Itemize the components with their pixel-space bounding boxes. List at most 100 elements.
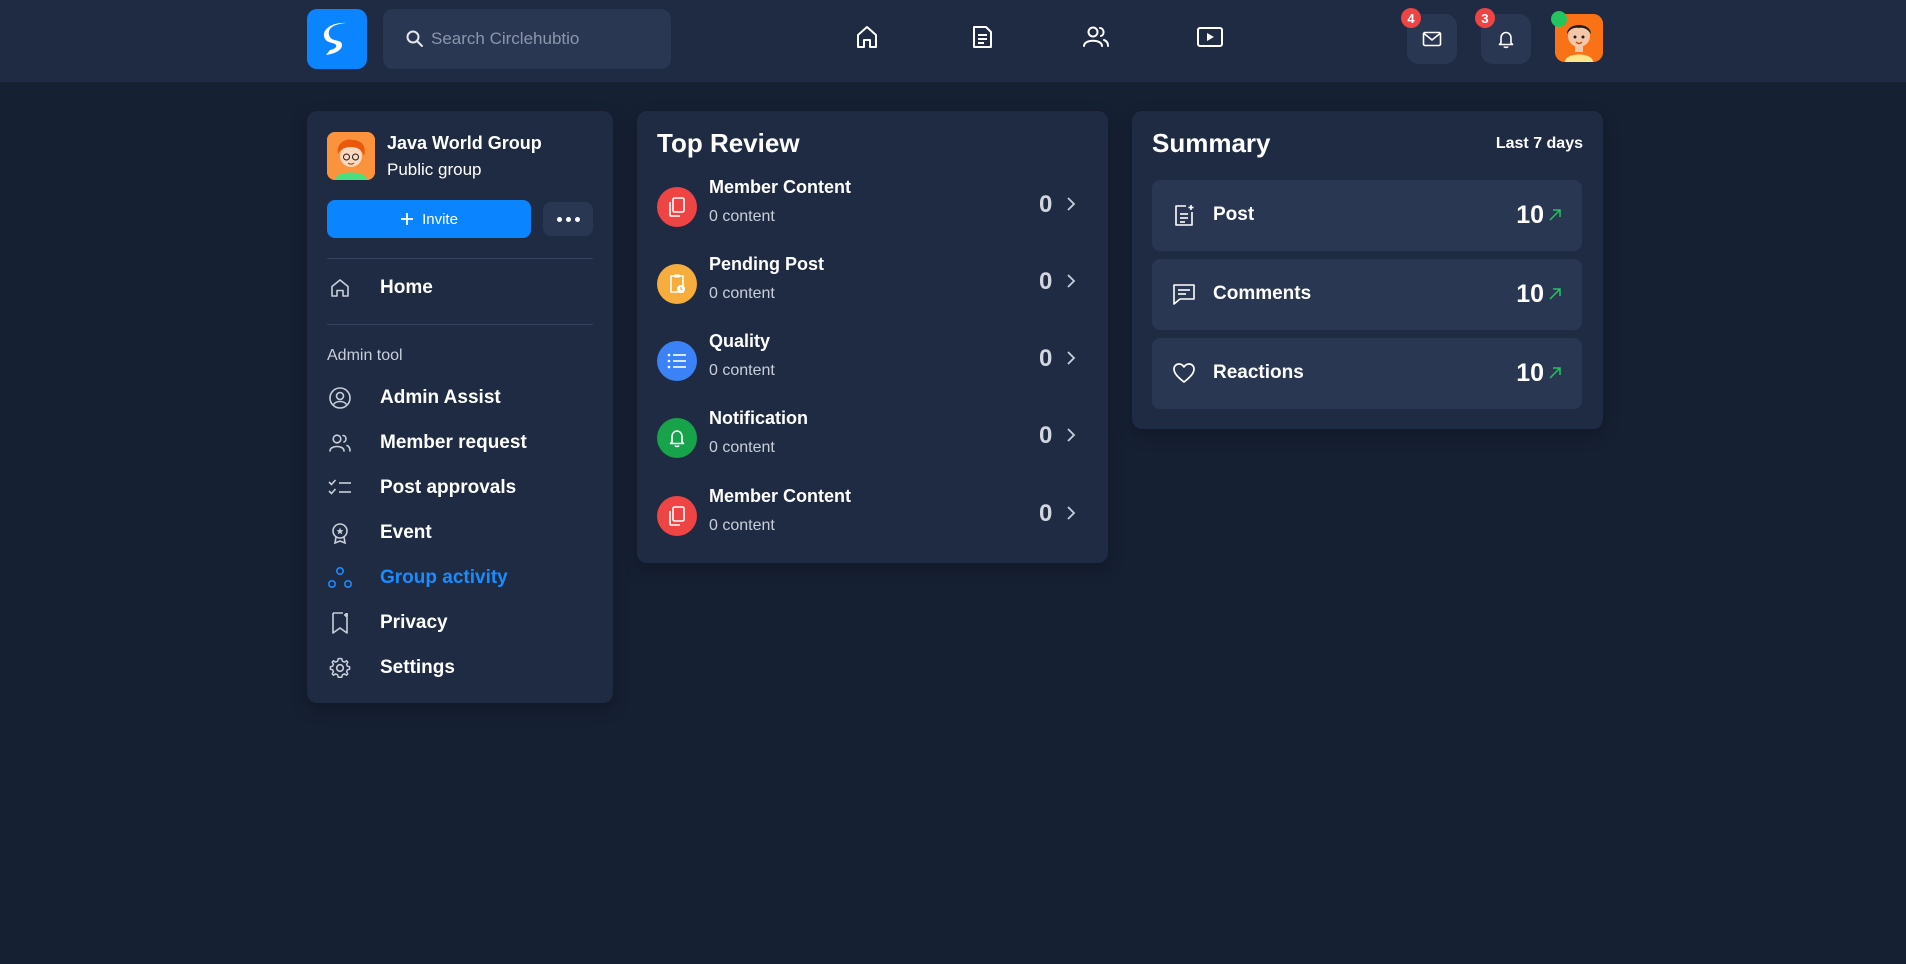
dot: [574, 216, 580, 222]
summary-item-value: 10: [1516, 201, 1544, 229]
chevron-right-icon: [1067, 197, 1076, 211]
review-item-subtitle: 0 content: [709, 517, 775, 534]
document-icon: [973, 26, 992, 48]
sidebar-item-label: Admin Assist: [380, 387, 501, 408]
sidebar-item-group-activity[interactable]: Group activity: [327, 560, 593, 596]
chevron-right-icon: [1067, 351, 1076, 365]
review-item-subtitle: 0 content: [709, 208, 775, 225]
messages-button[interactable]: 4: [1401, 8, 1457, 64]
nav-video[interactable]: [1193, 20, 1227, 54]
summary-item-comments[interactable]: Comments 10: [1152, 259, 1582, 330]
summary-item-value: 10: [1516, 359, 1544, 387]
summary-card: Summary Last 7 days Post 10 Comments 10 …: [1132, 111, 1603, 429]
dot: [556, 216, 562, 222]
sidebar-item-label: Privacy: [380, 612, 448, 633]
summary-item-value: 10: [1516, 280, 1544, 308]
search-input[interactable]: [431, 29, 651, 49]
post-icon: [1175, 205, 1194, 226]
trend-up-icon: [1549, 209, 1561, 221]
review-item-quality[interactable]: Quality 0 content 0: [657, 331, 1087, 391]
online-status-dot: [1551, 11, 1567, 27]
invite-label: Invite: [422, 210, 458, 228]
summary-title: Summary: [1152, 128, 1271, 158]
review-item-member-content[interactable]: Member Content 0 content 0: [657, 177, 1087, 237]
group-type: Public group: [387, 160, 482, 179]
sidebar-item-event[interactable]: Event: [327, 515, 593, 551]
plus-icon: [401, 213, 414, 225]
top-navbar: 4 3: [0, 0, 1906, 82]
summary-item-reactions[interactable]: Reactions 10: [1152, 338, 1582, 409]
heart-icon: [1173, 363, 1195, 383]
search-icon: [406, 30, 423, 47]
app-logo[interactable]: [307, 9, 367, 69]
notifications-button[interactable]: 3: [1475, 8, 1531, 64]
sidebar-item-home[interactable]: Home: [327, 270, 593, 306]
review-item-title: Quality: [709, 331, 771, 351]
divider: [327, 258, 593, 259]
logo-icon: [323, 22, 346, 55]
admin-section-label: Admin tool: [327, 347, 403, 364]
bell-icon: [657, 418, 697, 458]
top-review-title: Top Review: [657, 128, 800, 158]
chevron-right-icon: [1067, 506, 1076, 520]
copy-icon: [657, 187, 697, 227]
nav-feed[interactable]: [965, 20, 999, 54]
home-icon: [857, 26, 877, 48]
copy-icon: [657, 496, 697, 536]
review-item-count: 0: [1039, 268, 1053, 295]
sidebar-item-label: Post approvals: [380, 477, 517, 498]
nav-groups[interactable]: [1079, 20, 1113, 54]
review-item-count: 0: [1039, 191, 1053, 218]
messages-badge: 4: [1401, 8, 1421, 28]
review-item-title: Member Content: [709, 177, 852, 197]
bookmark-icon: [327, 610, 353, 636]
mail-icon: [1422, 31, 1442, 47]
review-item-count: 0: [1039, 422, 1053, 449]
group-sidebar: Java World Group Public group Invite Hom…: [307, 111, 613, 703]
sidebar-item-admin-assist[interactable]: Admin Assist: [327, 380, 593, 416]
comment-icon: [1173, 284, 1195, 305]
divider: [327, 324, 593, 325]
group-avatar[interactable]: [327, 132, 375, 180]
users-icon: [327, 430, 353, 456]
summary-item-label: Reactions: [1213, 362, 1304, 383]
dot: [565, 216, 571, 222]
chevron-right-icon: [1067, 274, 1076, 288]
review-item-member-content[interactable]: Member Content 0 content 0: [657, 486, 1087, 546]
review-item-title: Pending Post: [709, 254, 825, 274]
review-item-title: Member Content: [709, 486, 852, 506]
home-icon: [327, 275, 353, 301]
nav-home[interactable]: [850, 20, 884, 54]
activity-icon: [327, 565, 353, 591]
sidebar-item-post-approvals[interactable]: Post approvals: [327, 470, 593, 506]
user-circle-icon: [327, 385, 353, 411]
search-box[interactable]: [383, 9, 671, 69]
summary-item-label: Post: [1213, 204, 1255, 225]
review-item-title: Notification: [709, 408, 808, 428]
summary-item-label: Comments: [1213, 283, 1312, 304]
summary-range[interactable]: Last 7 days: [1496, 135, 1583, 153]
award-icon: [327, 520, 353, 546]
invite-button[interactable]: Invite: [327, 200, 531, 238]
notifications-badge: 3: [1475, 8, 1495, 28]
gear-icon: [327, 655, 353, 681]
summary-item-post[interactable]: Post 10: [1152, 180, 1582, 251]
top-review-card: Top Review Member Content 0 content 0 Pe…: [637, 111, 1108, 563]
trend-up-icon: [1549, 288, 1561, 300]
group-avatar-image: [327, 132, 375, 180]
sidebar-item-label: Settings: [380, 657, 455, 678]
review-item-count: 0: [1039, 500, 1053, 527]
trend-up-icon: [1549, 367, 1561, 379]
sidebar-item-settings[interactable]: Settings: [327, 650, 593, 686]
sidebar-item-member-request[interactable]: Member request: [327, 425, 593, 461]
sidebar-item-privacy[interactable]: Privacy: [327, 605, 593, 641]
sidebar-item-label: Member request: [380, 432, 527, 453]
list-icon: [657, 341, 697, 381]
clipboard-clock-icon: [657, 264, 697, 304]
review-item-pending-post[interactable]: Pending Post 0 content 0: [657, 254, 1087, 314]
more-options-button[interactable]: [543, 202, 593, 236]
sidebar-item-label: Group activity: [380, 567, 508, 588]
review-item-subtitle: 0 content: [709, 285, 775, 302]
review-item-notification[interactable]: Notification 0 content 0: [657, 408, 1087, 468]
review-item-subtitle: 0 content: [709, 362, 775, 379]
